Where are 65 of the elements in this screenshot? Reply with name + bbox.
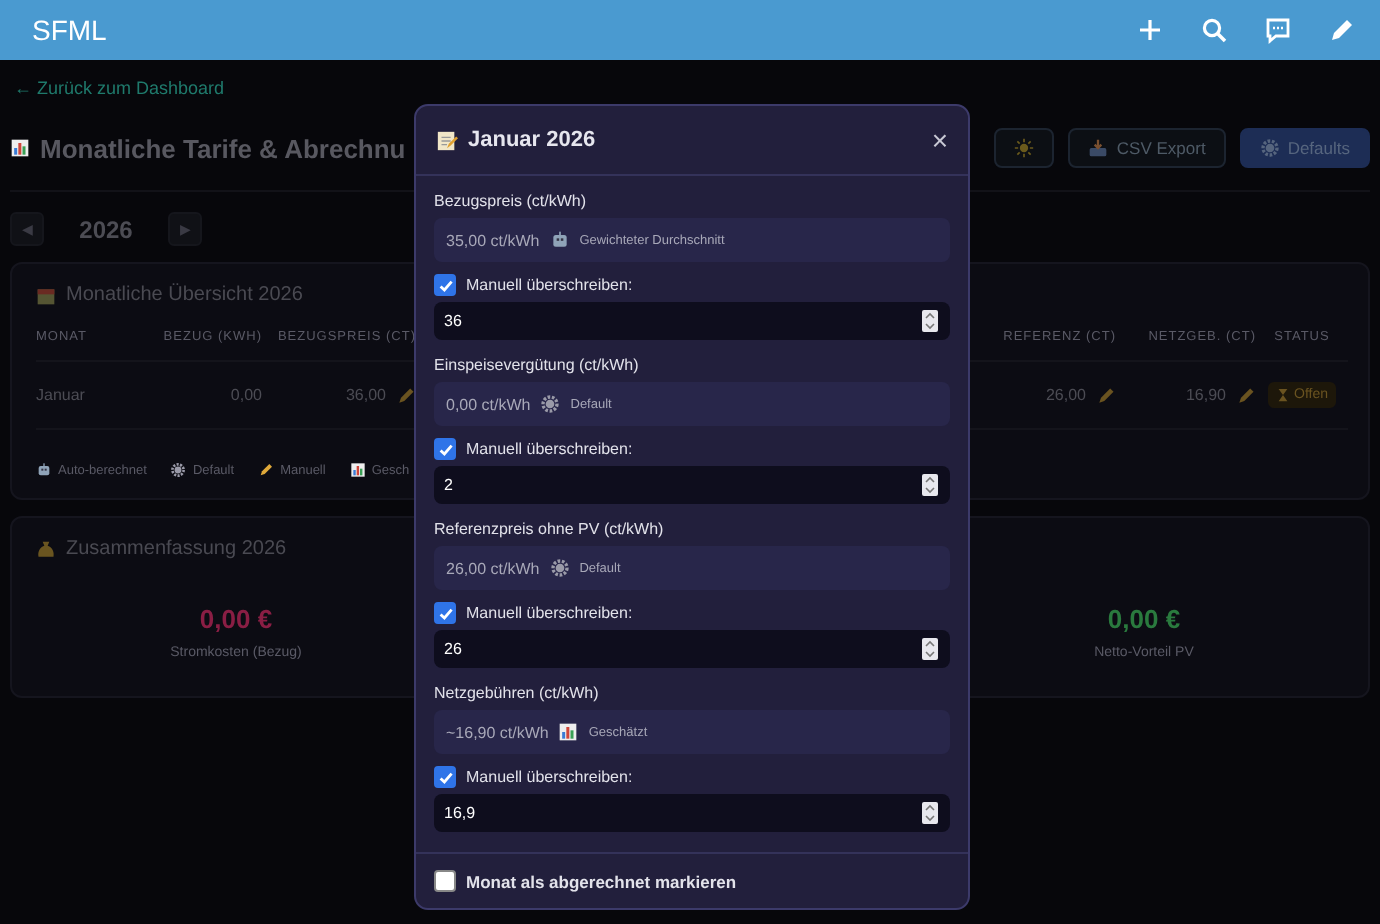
- table-cell: 36,00: [345, 386, 386, 404]
- calendar-icon: [36, 285, 56, 305]
- field-label: Referenzpreis ohne PV (ct/kWh): [434, 520, 666, 538]
- checkbox[interactable]: [434, 274, 456, 296]
- checkbox-label: Manuell überschreiben:: [466, 440, 633, 458]
- stat-value: 0,00 €: [1107, 604, 1181, 634]
- spinner-icon[interactable]: [922, 802, 938, 824]
- computed-value: ~16,90 ct/kWh: [446, 723, 549, 741]
- robot-icon: [36, 462, 52, 478]
- table-cell: 0,00: [230, 386, 262, 404]
- card-title: Monatliche Übersicht 2026: [66, 284, 303, 306]
- gear-icon: [1259, 138, 1280, 158]
- checkbox[interactable]: [434, 766, 456, 788]
- computed-value: 26,00 ct/kWh: [446, 559, 540, 577]
- field-label: Einspeisevergütung (ct/kWh): [434, 356, 641, 374]
- hourglass-icon: [1276, 388, 1290, 402]
- computed-value: 0,00 ct/kWh: [446, 395, 531, 413]
- table-cell: 26,00: [1045, 386, 1086, 404]
- table-cell: Januar: [36, 386, 85, 404]
- checkbox-label: Monat als abgerechnet markieren: [466, 871, 737, 891]
- spinner-icon[interactable]: [922, 310, 938, 332]
- spinner-icon[interactable]: [922, 638, 938, 660]
- pencil-icon: [1236, 385, 1256, 405]
- app-title: SFML: [32, 14, 109, 46]
- bar-chart-icon: [558, 722, 579, 742]
- page-title: Monatliche Tarife & Abrechnu: [40, 133, 406, 163]
- plus-icon[interactable]: [1136, 16, 1164, 44]
- bar-chart-icon: [349, 462, 366, 478]
- checkbox-label: Manuell überschreiben:: [466, 604, 633, 622]
- search-icon[interactable]: [1200, 16, 1228, 44]
- checkbox[interactable]: [434, 602, 456, 624]
- card-title: Zusammenfassung 2026: [66, 538, 287, 560]
- pencil-icon[interactable]: [1328, 16, 1356, 44]
- sun-icon: [1014, 138, 1035, 158]
- chat-icon[interactable]: [1264, 16, 1292, 44]
- theme-button[interactable]: [994, 128, 1055, 168]
- number-field[interactable]: 2: [434, 466, 950, 504]
- download-tray-icon: [1088, 138, 1109, 158]
- close-button[interactable]: ×: [931, 124, 948, 156]
- field-label: Netzgebühren (ct/kWh): [434, 684, 601, 702]
- year-label: 2026: [77, 215, 135, 243]
- computed-value: 35,00 ct/kWh: [446, 231, 540, 249]
- gear-icon: [540, 394, 561, 414]
- robot-icon: [549, 230, 570, 250]
- bar-chart-icon: [10, 138, 30, 158]
- pencil-icon: [396, 385, 416, 405]
- stat-value: 0,00 €: [199, 604, 273, 634]
- pencil-icon: [258, 462, 275, 478]
- checkbox[interactable]: [434, 438, 456, 460]
- gear-icon: [170, 462, 187, 478]
- number-field[interactable]: 16,9: [434, 794, 950, 832]
- dialog-title: Januar 2026: [468, 128, 598, 152]
- checkbox-label: Manuell überschreiben:: [466, 276, 633, 294]
- back-link[interactable]: ← Zurück zum Dashboard: [14, 78, 225, 98]
- table-cell: 16,90: [1185, 386, 1226, 404]
- gear-icon: [549, 558, 570, 578]
- spinner-icon[interactable]: [922, 474, 938, 496]
- checkbox[interactable]: [434, 870, 456, 892]
- number-field[interactable]: 26: [434, 630, 950, 668]
- field-label: Bezugspreis (ct/kWh): [434, 192, 589, 210]
- number-field[interactable]: 36: [434, 302, 950, 340]
- money-bag-icon: [36, 539, 56, 559]
- memo-icon: [436, 129, 458, 151]
- checkbox-label: Manuell überschreiben:: [466, 768, 633, 786]
- pencil-icon: [1096, 385, 1116, 405]
